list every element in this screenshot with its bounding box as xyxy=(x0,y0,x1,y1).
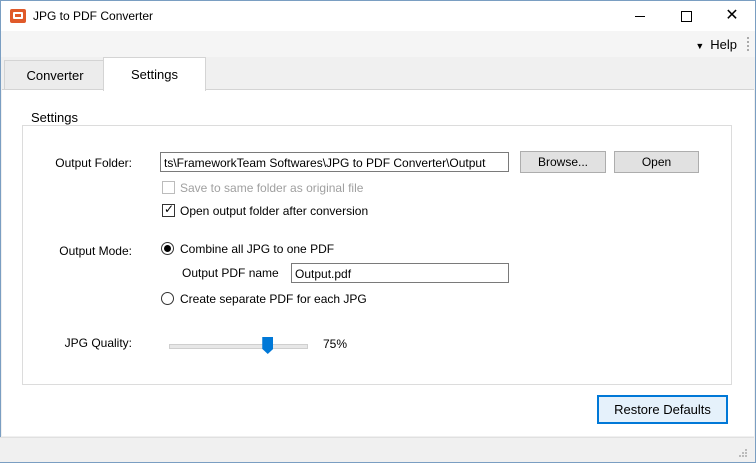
close-icon: ✕ xyxy=(725,7,739,24)
close-button[interactable]: ✕ xyxy=(709,1,755,31)
slider-track xyxy=(169,344,308,349)
status-bar xyxy=(0,437,754,462)
output-folder-input[interactable]: ts\FrameworkTeam Softwares\JPG to PDF Co… xyxy=(160,152,509,172)
tab-settings-label: Settings xyxy=(131,67,178,82)
output-mode-label: Output Mode: xyxy=(59,244,132,258)
minimize-icon xyxy=(635,15,645,17)
open-folder-button[interactable]: Open xyxy=(614,151,699,173)
app-icon xyxy=(10,9,26,23)
maximize-icon xyxy=(680,10,692,22)
output-folder-label: Output Folder: xyxy=(55,156,132,170)
window-title: JPG to PDF Converter xyxy=(33,9,154,23)
tab-converter[interactable]: Converter xyxy=(4,60,106,89)
output-pdf-name-label: Output PDF name xyxy=(182,266,279,280)
minimize-button[interactable] xyxy=(617,1,663,31)
resize-grip-icon[interactable] xyxy=(738,448,748,458)
maximize-button[interactable] xyxy=(663,1,709,31)
restore-defaults-button[interactable]: Restore Defaults xyxy=(597,395,728,424)
browse-button[interactable]: Browse... xyxy=(520,151,606,173)
slider-thumb[interactable] xyxy=(262,337,274,354)
output-pdf-name-input[interactable]: Output.pdf xyxy=(291,263,509,283)
help-menu[interactable]: ▼ Help xyxy=(695,37,737,52)
tab-converter-label: Converter xyxy=(26,68,84,83)
open-after-conversion-checkbox[interactable]: ✓ xyxy=(162,202,175,217)
settings-group-title: Settings xyxy=(27,110,82,125)
checkmark-icon: ✓ xyxy=(164,202,175,216)
combine-pdf-radio[interactable] xyxy=(161,242,174,255)
jpg-quality-label: JPG Quality: xyxy=(64,336,132,350)
chevron-down-icon: ▼ xyxy=(695,41,705,51)
open-after-conversion-label: Open output folder after conversion xyxy=(180,204,369,218)
separate-pdf-label: Create separate PDF for each JPG xyxy=(180,292,367,306)
menu-bar: ▼ Help xyxy=(1,31,755,57)
title-bar[interactable]: JPG to PDF Converter ✕ xyxy=(1,1,755,31)
jpg-quality-slider[interactable] xyxy=(169,336,308,354)
radio-selected-dot xyxy=(164,245,171,252)
menu-grip xyxy=(747,37,751,51)
combine-pdf-label: Combine all JPG to one PDF xyxy=(180,242,335,256)
separate-pdf-radio[interactable] xyxy=(161,292,174,305)
tab-settings[interactable]: Settings xyxy=(103,57,206,91)
save-same-folder-checkbox[interactable] xyxy=(162,181,175,194)
help-label: Help xyxy=(710,37,737,52)
save-same-folder-label: Save to same folder as original file xyxy=(180,181,364,195)
jpg-quality-value: 75% xyxy=(323,337,348,351)
